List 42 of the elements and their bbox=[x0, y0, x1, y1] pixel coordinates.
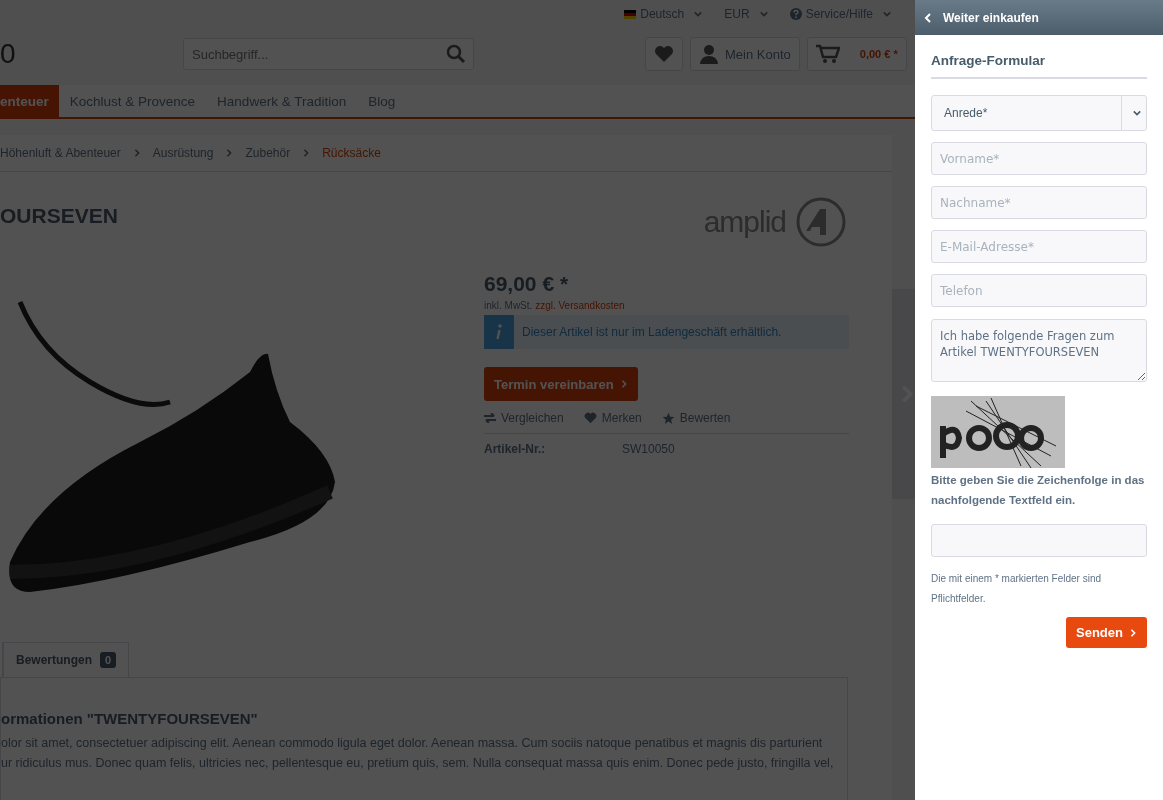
person-icon bbox=[699, 44, 719, 64]
cart-button[interactable]: 0,00 € * bbox=[806, 37, 907, 71]
breadcrumb-link[interactable]: Rücksäcke bbox=[322, 146, 381, 160]
shipping-costs-link[interactable]: zzgl. Versandkosten bbox=[535, 300, 625, 311]
nav-tab[interactable]: enteuer bbox=[0, 85, 59, 117]
chevron-icon bbox=[1129, 628, 1137, 637]
required-fields-note: Die mit einem * markierten Felder sind Pflichtfelder. bbox=[931, 572, 1103, 606]
info-icon bbox=[496, 324, 502, 340]
german-flag-icon bbox=[624, 9, 637, 19]
cart-icon bbox=[815, 44, 840, 64]
captcha-input-field[interactable] bbox=[931, 524, 1147, 557]
help-icon bbox=[789, 8, 802, 20]
wishlist-button[interactable] bbox=[645, 37, 683, 71]
caret-icon bbox=[694, 10, 703, 18]
chevron-icon bbox=[225, 149, 234, 157]
input-field[interactable]: Vorname* bbox=[931, 142, 1147, 175]
heart-icon bbox=[654, 45, 674, 63]
form-title: Anfrage-Formular bbox=[931, 53, 1147, 79]
product-price: 69,00 € * bbox=[484, 272, 570, 296]
caret-icon bbox=[759, 10, 768, 18]
chevron-icon bbox=[132, 149, 141, 157]
send-button[interactable]: Senden bbox=[1066, 617, 1147, 648]
shop-logo[interactable]: 0 bbox=[0, 38, 183, 70]
caret-icon bbox=[1133, 109, 1141, 117]
caret-icon bbox=[883, 10, 891, 18]
heart-icon bbox=[583, 412, 597, 424]
input-field[interactable]: Nachname* bbox=[931, 186, 1147, 219]
compare-arrows-icon bbox=[484, 413, 496, 423]
chevron-icon bbox=[923, 12, 933, 23]
star-icon bbox=[661, 411, 675, 425]
salutation-select[interactable]: Anrede* bbox=[931, 95, 1147, 131]
appointment-button[interactable]: Termin vereinbaren bbox=[484, 367, 638, 401]
chevron-icon bbox=[302, 149, 311, 157]
continue-shopping-button[interactable]: Weiter einkaufen bbox=[915, 0, 1163, 35]
message-field[interactable]: Ich habe folgende Fragen zum Artikel TWENTYFOURSEVEN bbox=[931, 319, 1147, 382]
captcha-instruction: Bitte geben Sie die Zeichenfolge in das nachfolgende Textfeld ein. bbox=[931, 473, 1146, 508]
search-icon[interactable] bbox=[446, 44, 466, 64]
product-title: OURSEVEN bbox=[0, 204, 118, 228]
chevron-icon bbox=[619, 380, 628, 388]
input-field[interactable]: Telefon bbox=[931, 274, 1147, 307]
input-field[interactable]: E-Mail-Adresse* bbox=[931, 230, 1147, 263]
description-heading: ormationen "TWENTYFOURSEVEN" bbox=[1, 710, 259, 727]
